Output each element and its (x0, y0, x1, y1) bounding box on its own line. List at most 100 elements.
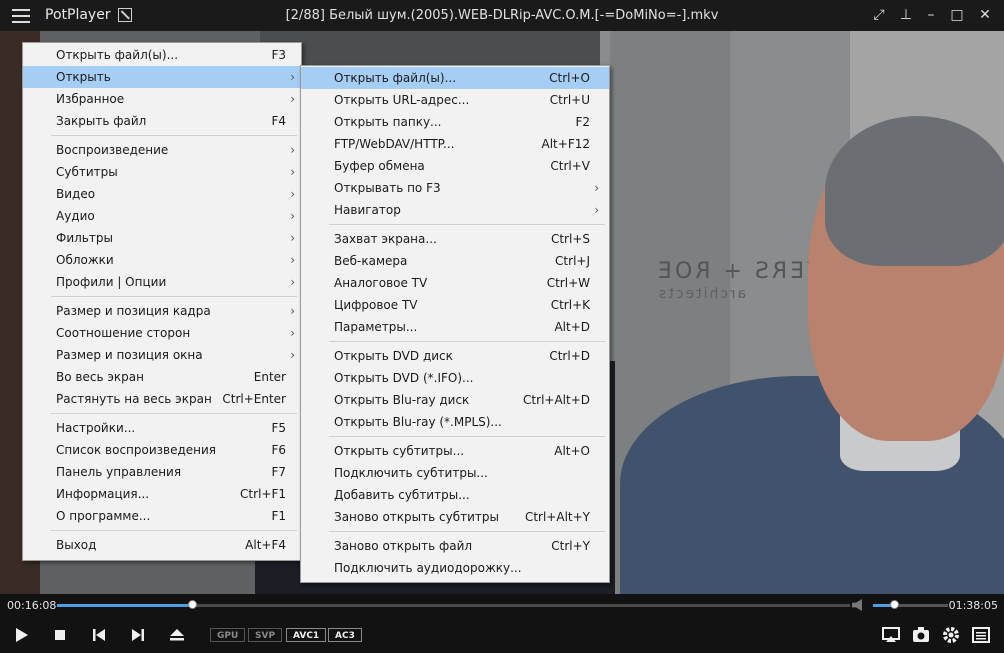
menu-item-label: Субтитры (56, 165, 118, 179)
main_menu-item[interactable]: Видео › (23, 183, 301, 205)
always-on-top-icon[interactable]: ⊥ (897, 6, 915, 24)
main_menu-item[interactable]: Открыть файл(ы)... F3 (23, 44, 301, 66)
menu-item-label: Открыть (56, 70, 111, 84)
menu-item-label: Подключить аудиодорожку... (334, 561, 522, 575)
eject-icon[interactable] (166, 624, 188, 646)
play-icon[interactable] (10, 624, 32, 646)
menu-item-label: Буфер обмена (334, 159, 425, 173)
main_menu-item[interactable]: Панель управления F7 (23, 461, 301, 483)
main_menu-item[interactable]: Размер и позиция окна › (23, 344, 301, 366)
sub_menu-item[interactable]: Буфер обмена Ctrl+V (301, 155, 609, 177)
sub_menu-item[interactable]: Аналоговое TV Ctrl+W (301, 272, 609, 294)
main_menu-item[interactable]: Аудио › (23, 205, 301, 227)
seek-handle[interactable] (187, 600, 197, 609)
submenu-arrow-icon: › (290, 253, 295, 267)
seek-track[interactable] (57, 600, 850, 609)
seek-bar-area: 00:16:08 01:38:05 (0, 594, 1004, 616)
menu-item-label: Цифровое TV (334, 298, 418, 312)
control-bar: GPU SVP AVC1 AC3 (0, 616, 1004, 653)
main_menu-item[interactable]: Избранное › (23, 88, 301, 110)
main_menu-item[interactable]: Выход Alt+F4 (23, 534, 301, 556)
sub_menu-item[interactable]: Открыть DVD диск Ctrl+D (301, 345, 609, 367)
next-icon[interactable] (127, 624, 149, 646)
menu-item-label: Открыть DVD диск (334, 349, 453, 363)
main_menu-item[interactable]: О программе... F1 (23, 505, 301, 527)
sub_menu-item[interactable]: Открыть Blu-ray диск Ctrl+Alt+D (301, 389, 609, 411)
menu-item-label: Заново открыть файл (334, 539, 473, 553)
sub_menu-item[interactable]: Захват экрана... Ctrl+S (301, 228, 609, 250)
maximize-icon[interactable]: □ (948, 6, 966, 24)
duration-time: 01:38:05 (948, 599, 998, 612)
main_menu-item[interactable]: Список воспроизведения F6 (23, 439, 301, 461)
minimize-icon[interactable]: – (922, 6, 940, 24)
submenu-arrow-icon: › (290, 348, 295, 362)
main_menu-item[interactable]: Растянуть на весь экран Ctrl+Enter (23, 388, 301, 410)
settings-icon[interactable] (940, 624, 962, 646)
menu-item-label: Настройки... (56, 421, 136, 435)
stop-icon[interactable] (49, 624, 71, 646)
codec-badge[interactable]: GPU (210, 628, 246, 642)
submenu-arrow-icon: › (290, 92, 295, 106)
menu-item-label: Захват экрана... (334, 232, 437, 246)
sub_menu-item[interactable]: Открыть Blu-ray (*.MPLS)... (301, 411, 609, 433)
sub_menu-item[interactable]: Открывать по F3 › (301, 177, 609, 199)
menu-item-label: Открыть URL-адрес... (334, 93, 470, 107)
sub_menu-item[interactable]: Подключить субтитры... (301, 462, 609, 484)
menu-item-label: Подключить субтитры... (334, 466, 488, 480)
sub_menu-item[interactable]: Добавить субтитры... (301, 484, 609, 506)
volume-handle[interactable] (890, 600, 899, 609)
close-icon[interactable]: ✕ (976, 6, 994, 24)
main_menu-item[interactable]: Размер и позиция кадра › (23, 300, 301, 322)
menu-item-label: Размер и позиция кадра (56, 304, 211, 318)
menu-item-shortcut: Ctrl+J (555, 254, 590, 268)
codec-badge[interactable]: AC3 (328, 628, 362, 642)
menu-item-label: Выход (56, 538, 97, 552)
fullscreen-icon[interactable]: ⤢ (870, 6, 888, 24)
codec-badge[interactable]: AVC1 (286, 628, 327, 642)
previous-icon[interactable] (88, 624, 110, 646)
menu-item-shortcut: F6 (271, 443, 286, 457)
screen-cast-icon[interactable] (880, 624, 902, 646)
main_menu-item[interactable]: Субтитры › (23, 161, 301, 183)
capture-icon[interactable] (910, 624, 932, 646)
main_menu-item[interactable]: Открыть › (23, 66, 301, 88)
volume-icon[interactable] (852, 599, 862, 611)
sub_menu-item[interactable]: Навигатор › (301, 199, 609, 221)
menu-item-shortcut: F4 (271, 114, 286, 128)
menu-item-label: Веб-камера (334, 254, 408, 268)
menu-separator (329, 341, 605, 342)
sub_menu-item[interactable]: Цифровое TV Ctrl+K (301, 294, 609, 316)
sub_menu-item[interactable]: Веб-камера Ctrl+J (301, 250, 609, 272)
menu-separator (329, 531, 605, 532)
sub_menu-item[interactable]: Открыть DVD (*.IFO)... (301, 367, 609, 389)
main_menu-item[interactable]: Информация... Ctrl+F1 (23, 483, 301, 505)
menu-item-shortcut: Ctrl+Alt+D (523, 393, 590, 407)
sub_menu-item[interactable]: Подключить аудиодорожку... (301, 557, 609, 579)
menu-item-label: Аналоговое TV (334, 276, 428, 290)
main_menu-item[interactable]: Закрыть файл F4 (23, 110, 301, 132)
sub_menu-item[interactable]: Заново открыть субтитры Ctrl+Alt+Y (301, 506, 609, 528)
main_menu-item[interactable]: Настройки... F5 (23, 417, 301, 439)
sub_menu-item[interactable]: Открыть субтитры... Alt+O (301, 440, 609, 462)
sub_menu-item[interactable]: FTP/WebDAV/HTTP... Alt+F12 (301, 133, 609, 155)
codec-badge[interactable]: SVP (248, 628, 283, 642)
menu-item-shortcut: F1 (271, 509, 286, 523)
menu-item-label: Обложки (56, 253, 114, 267)
main_menu-item[interactable]: Во весь экран Enter (23, 366, 301, 388)
main_menu-item[interactable]: Соотношение сторон › (23, 322, 301, 344)
sub_menu-item[interactable]: Открыть URL-адрес... Ctrl+U (301, 89, 609, 111)
sub_menu-item[interactable]: Открыть файл(ы)... Ctrl+O (301, 67, 609, 89)
menu-item-shortcut: Ctrl+D (549, 349, 590, 363)
main_menu-item[interactable]: Фильтры › (23, 227, 301, 249)
main_menu-item[interactable]: Воспроизведение › (23, 139, 301, 161)
menu-item-shortcut: Alt+F4 (245, 538, 286, 552)
video-sign-sub: architects (657, 286, 747, 302)
volume-slider[interactable] (873, 600, 948, 609)
main_menu-item[interactable]: Профили | Опции › (23, 271, 301, 293)
sub_menu-item[interactable]: Параметры... Alt+D (301, 316, 609, 338)
sub_menu-item[interactable]: Открыть папку... F2 (301, 111, 609, 133)
seek-progress (57, 604, 192, 607)
playlist-icon[interactable] (970, 624, 992, 646)
main_menu-item[interactable]: Обложки › (23, 249, 301, 271)
sub_menu-item[interactable]: Заново открыть файл Ctrl+Y (301, 535, 609, 557)
